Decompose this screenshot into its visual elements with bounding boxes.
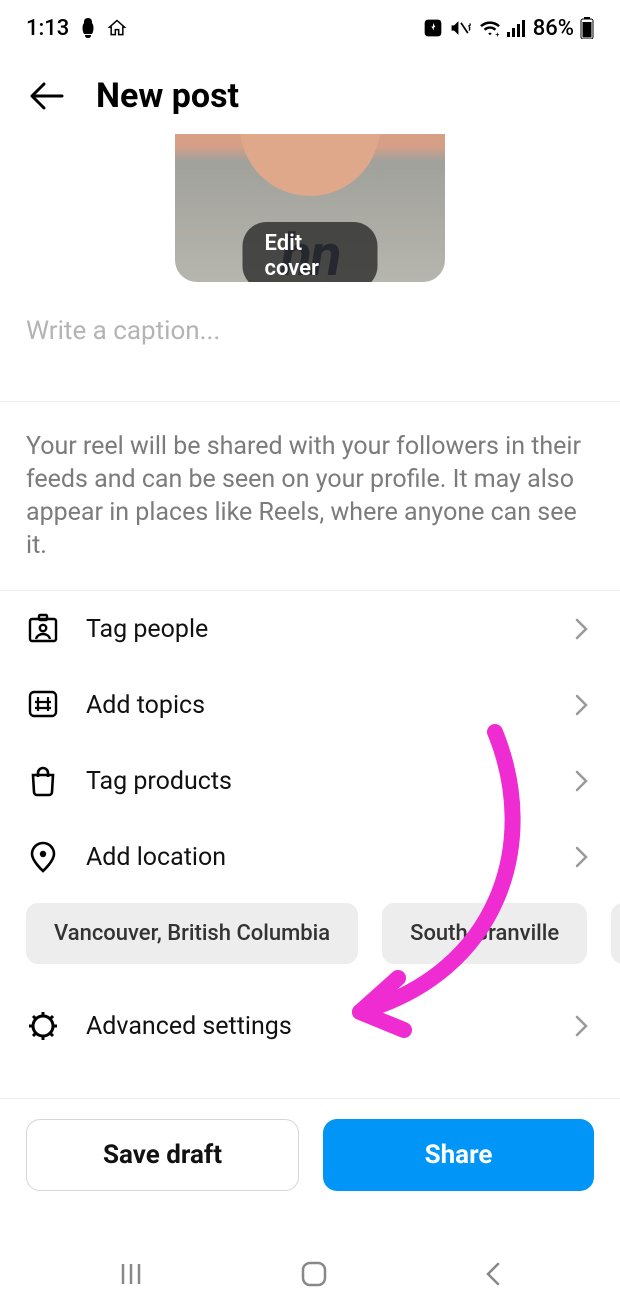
share-button[interactable]: Share [323,1119,594,1191]
location-pin-icon [26,840,60,874]
person-tag-icon [26,612,60,646]
battery-icon [580,17,594,39]
wifi-icon: + [479,19,501,37]
nav-home[interactable] [299,1259,329,1293]
chevron-right-icon [570,845,594,869]
option-label: Tag products [86,767,544,796]
tag-people-option[interactable]: Tag people [0,591,620,667]
location-suggestions: Vancouver, British Columbia South Granvi… [0,895,620,978]
nav-recents[interactable] [117,1260,145,1292]
shopping-bag-icon [26,764,60,798]
svg-text:+: + [495,30,499,37]
page-title: New post [96,76,239,116]
status-time: 1:13 [26,16,69,41]
add-topics-option[interactable]: Add topics [0,667,620,743]
option-label: Tag people [86,615,544,644]
cover-preview[interactable]: hn Edit cover [0,134,620,282]
footer-actions: Save draft Share [0,1099,620,1211]
status-bar: 1:13 + 86% [0,0,620,56]
recycle-icon [423,18,443,38]
caption-placeholder: Write a caption... [26,316,594,346]
hashtag-icon [26,688,60,722]
chevron-right-icon [570,1014,594,1038]
location-chip[interactable]: Vancouver, British Columbia [26,903,358,964]
status-battery-pct: 86% [533,16,574,41]
caption-input[interactable]: Write a caption... [0,282,620,401]
chevron-right-icon [570,617,594,641]
chevron-right-icon [570,769,594,793]
advanced-settings-option[interactable]: Advanced settings [0,988,620,1064]
nav-back[interactable] [483,1260,503,1292]
tag-products-option[interactable]: Tag products [0,743,620,819]
gear-icon [26,1009,60,1043]
status-app-icon [79,18,97,38]
reel-info-text: Your reel will be shared with your follo… [0,402,620,590]
option-label: Add location [86,843,544,872]
location-chip[interactable] [611,903,620,964]
save-draft-button[interactable]: Save draft [26,1119,299,1191]
option-label: Advanced settings [86,1012,544,1041]
signal-icon [507,19,527,37]
add-location-option[interactable]: Add location [0,819,620,895]
back-button[interactable] [26,76,66,116]
home-icon [107,18,127,38]
location-chip[interactable]: South Granville [382,903,587,964]
edit-cover-button[interactable]: Edit cover [243,222,378,282]
option-label: Add topics [86,691,544,720]
mute-vibrate-icon [449,18,473,38]
android-navbar [0,1243,620,1309]
chevron-right-icon [570,693,594,717]
header: New post [0,56,620,134]
